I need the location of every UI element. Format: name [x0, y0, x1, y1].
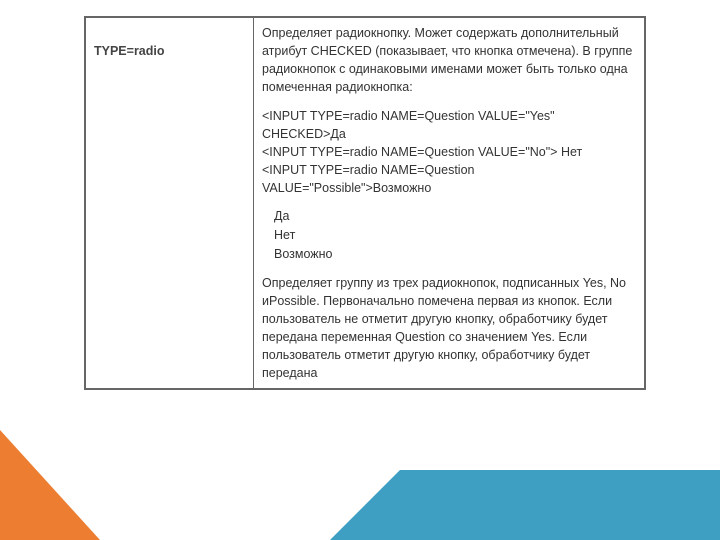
type-label-cell: TYPE=radio — [86, 18, 254, 389]
type-label: TYPE=radio — [94, 44, 165, 58]
code-line: <INPUT TYPE=radio NAME=Question VALUE="Y… — [262, 107, 636, 143]
decoration-orange-triangle — [0, 430, 100, 540]
radio-option-label: Нет — [274, 226, 636, 244]
description-cell: Определяет радиокнопку. Может содержать … — [254, 18, 645, 389]
radio-options-preview: Да Нет Возможно — [262, 207, 636, 263]
decoration-blue-band — [400, 470, 720, 540]
doc-table: TYPE=radio Определяет радиокнопку. Может… — [85, 17, 645, 389]
code-example: <INPUT TYPE=radio NAME=Question VALUE="Y… — [262, 107, 636, 198]
table-row: TYPE=radio Определяет радиокнопку. Может… — [86, 18, 645, 389]
code-line: <INPUT TYPE=radio NAME=Question VALUE="N… — [262, 143, 636, 161]
radio-option-label: Возможно — [274, 245, 636, 263]
description-text: Определяет радиокнопку. Может содержать … — [262, 24, 636, 97]
explanation-text: Определяет группу из трех радиокнопок, п… — [262, 274, 636, 383]
content-table-wrapper: TYPE=radio Определяет радиокнопку. Может… — [84, 16, 646, 390]
code-line: <INPUT TYPE=radio NAME=Question VALUE="P… — [262, 161, 636, 197]
radio-option-label: Да — [274, 207, 636, 225]
